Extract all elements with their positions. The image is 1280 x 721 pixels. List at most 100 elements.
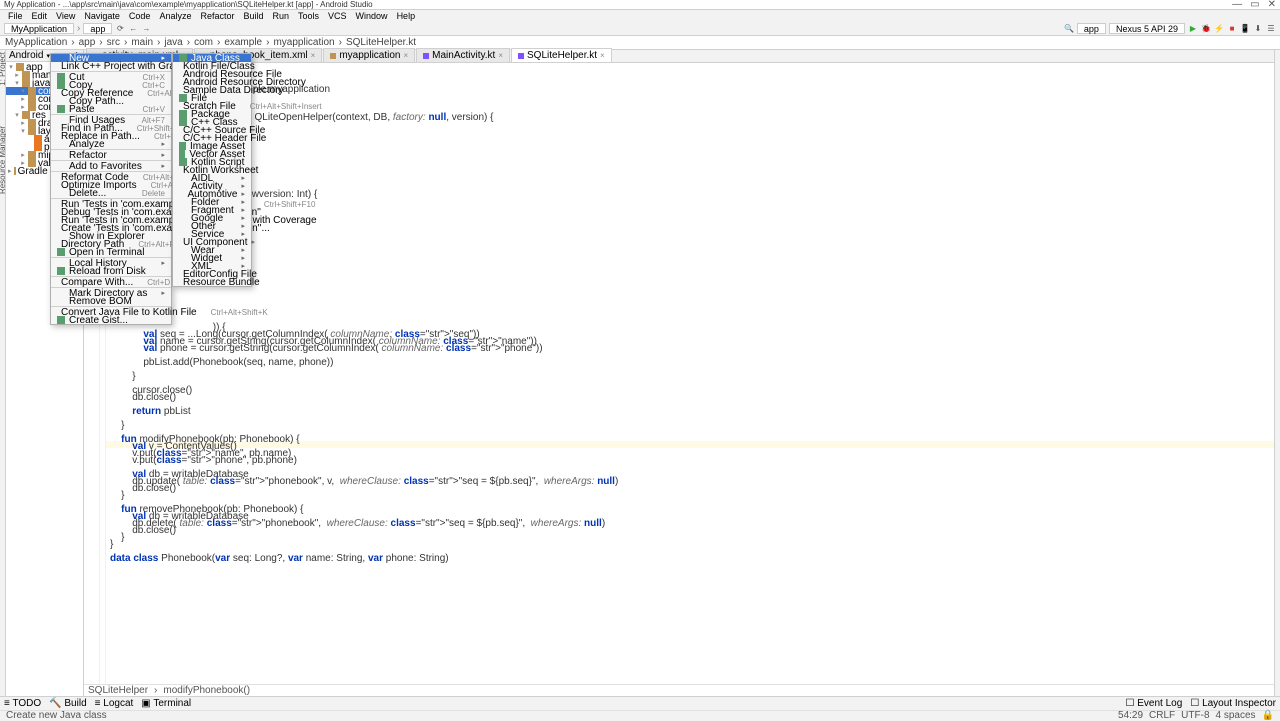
code-line[interactable] <box>110 135 1270 142</box>
device-dropdown[interactable]: Nexus 5 API 29 <box>1109 23 1185 34</box>
menu-build[interactable]: Build <box>239 11 267 21</box>
editor-tab[interactable]: MainActivity.kt× <box>416 48 510 62</box>
code-line[interactable] <box>110 380 1270 387</box>
build-tool[interactable]: 🔨 Build <box>49 698 86 709</box>
menu-item[interactable]: Refactor▸ <box>51 151 171 159</box>
code-line[interactable] <box>110 366 1270 373</box>
breadcrumb-segment[interactable]: myapplication <box>272 37 335 48</box>
menu-item[interactable]: Sample Data Directory <box>173 86 251 94</box>
code-line[interactable]: } <box>110 492 1270 499</box>
code-line[interactable] <box>110 177 1270 184</box>
code-content[interactable]: class="kw">package com.example.myapplica… <box>106 63 1274 684</box>
tree-arrow-icon[interactable]: ▾ <box>20 127 26 135</box>
code-line[interactable]: } <box>110 373 1270 380</box>
code-line[interactable] <box>110 282 1270 289</box>
menu-item[interactable]: Open in Terminal <box>51 248 171 256</box>
run-config-dropdown[interactable]: app <box>1077 23 1106 34</box>
menu-file[interactable]: File <box>4 11 27 21</box>
menu-view[interactable]: View <box>52 11 79 21</box>
menu-item[interactable]: Resource Bundle <box>173 278 251 286</box>
code-line[interactable]: } <box>110 422 1270 429</box>
structure-icon[interactable]: ☰ <box>1266 24 1276 34</box>
code-line[interactable]: newversion: Int) { <box>110 191 1270 198</box>
terminal-tool[interactable]: ▣ Terminal <box>141 698 191 709</box>
debug-icon[interactable]: 🐞 <box>1201 24 1211 34</box>
breadcrumb-segment[interactable]: example <box>223 37 263 48</box>
code-line[interactable] <box>110 254 1270 261</box>
code-line[interactable]: val phone = cursor.getString(cursor.getC… <box>110 345 1270 352</box>
menu-item[interactable]: Add to Favorites▸ <box>51 162 171 170</box>
code-line[interactable] <box>110 163 1270 170</box>
code-line[interactable]: } <box>110 534 1270 541</box>
code-line[interactable] <box>110 317 1270 324</box>
project-dropdown[interactable]: MyApplication <box>4 23 74 34</box>
stop-icon[interactable]: ■ <box>1227 24 1237 34</box>
avd-icon[interactable]: 📱 <box>1240 24 1250 34</box>
breadcrumb-segment[interactable]: com <box>193 37 214 48</box>
menu-code[interactable]: Code <box>125 11 155 21</box>
menu-item[interactable]: Remove BOM <box>51 297 171 305</box>
breadcrumb-segment[interactable]: MyApplication <box>4 37 68 48</box>
code-editor[interactable]: class="kw">package com.example.myapplica… <box>84 63 1274 684</box>
sdk-icon[interactable]: ⬇ <box>1253 24 1263 34</box>
menu-edit[interactable]: Edit <box>28 11 52 21</box>
project-view-selector[interactable]: Android <box>9 50 43 61</box>
code-line[interactable] <box>110 289 1270 296</box>
close-icon[interactable]: × <box>311 51 316 60</box>
code-line[interactable] <box>110 226 1270 233</box>
search-icon[interactable]: 🔍 <box>1064 24 1074 34</box>
code-line[interactable] <box>110 142 1270 149</box>
crumb-class[interactable]: SQLiteHelper <box>88 685 148 696</box>
logcat-tool[interactable]: ≡ Logcat <box>95 698 134 709</box>
close-icon[interactable]: ✕ <box>1268 0 1276 10</box>
code-line[interactable] <box>110 275 1270 282</box>
code-line[interactable] <box>110 233 1270 240</box>
tree-arrow-icon[interactable]: ▾ <box>8 63 14 71</box>
code-line[interactable] <box>110 310 1270 317</box>
module-dropdown[interactable]: app <box>83 23 112 34</box>
indent[interactable]: 4 spaces <box>1216 710 1256 721</box>
code-line[interactable] <box>110 268 1270 275</box>
back-icon[interactable]: ← <box>128 24 138 34</box>
editor-tab[interactable]: myapplication× <box>323 48 415 62</box>
breadcrumb-segment[interactable]: main <box>130 37 154 48</box>
code-line[interactable]: db.close() <box>110 394 1270 401</box>
tree-arrow-icon[interactable]: ▾ <box>14 79 20 87</box>
menu-refactor[interactable]: Refactor <box>196 11 238 21</box>
maximize-icon[interactable]: ▭ <box>1250 0 1259 10</box>
breadcrumb-segment[interactable]: SQLiteHelper.kt <box>345 37 417 48</box>
new-submenu[interactable]: Java ClassKotlin File/ClassAndroid Resou… <box>172 53 252 287</box>
sync-icon[interactable]: ⟳ <box>115 24 125 34</box>
menu-item[interactable]: Widget▸ <box>173 254 251 262</box>
editor-breadcrumb[interactable]: SQLiteHelper › modifyPhonebook() <box>84 684 1274 696</box>
code-line[interactable]: cursor.close() <box>110 387 1270 394</box>
code-line[interactable]: fun removePhonebook(pb: Phonebook) { <box>110 506 1270 513</box>
menu-item[interactable]: Compare With...Ctrl+D <box>51 278 171 286</box>
code-line[interactable]: db.close() <box>110 485 1270 492</box>
tree-arrow-icon[interactable]: ▾ <box>20 87 26 95</box>
breadcrumb-segment[interactable]: java <box>163 37 183 48</box>
code-line[interactable]: } <box>110 541 1270 548</box>
line-ending[interactable]: CRLF <box>1149 710 1175 721</box>
todo-tool[interactable]: ≡ TODO <box>4 698 41 709</box>
code-line[interactable] <box>110 261 1270 268</box>
code-line[interactable]: pbList.add(Phonebook(seq, name, phone)) <box>110 359 1270 366</box>
tree-arrow-icon[interactable]: ▸ <box>14 71 20 79</box>
code-line[interactable]: data class Phonebook(var seq: Long?, var… <box>110 555 1270 562</box>
code-line[interactable] <box>110 240 1270 247</box>
run-icon[interactable]: ▶ <box>1188 24 1198 34</box>
menu-window[interactable]: Window <box>352 11 392 21</box>
code-line[interactable] <box>110 415 1270 422</box>
code-line[interactable] <box>110 149 1270 156</box>
forward-icon[interactable]: → <box>141 24 151 34</box>
close-icon[interactable]: × <box>600 51 605 60</box>
tree-arrow-icon[interactable]: ▾ <box>14 111 20 119</box>
menu-tools[interactable]: Tools <box>294 11 323 21</box>
code-line[interactable]: v.put(class="str">"phone", pb.phone) <box>110 457 1270 464</box>
crumb-method[interactable]: modifyPhonebook() <box>163 685 250 696</box>
code-line[interactable]: db.update( table: class="str">"phonebook… <box>110 478 1270 485</box>
code-line[interactable]: db.close() <box>110 527 1270 534</box>
menu-vcs[interactable]: VCS <box>324 11 351 21</box>
eventlog-tool[interactable]: ☐ Event Log <box>1126 698 1183 709</box>
close-icon[interactable]: × <box>498 51 503 60</box>
